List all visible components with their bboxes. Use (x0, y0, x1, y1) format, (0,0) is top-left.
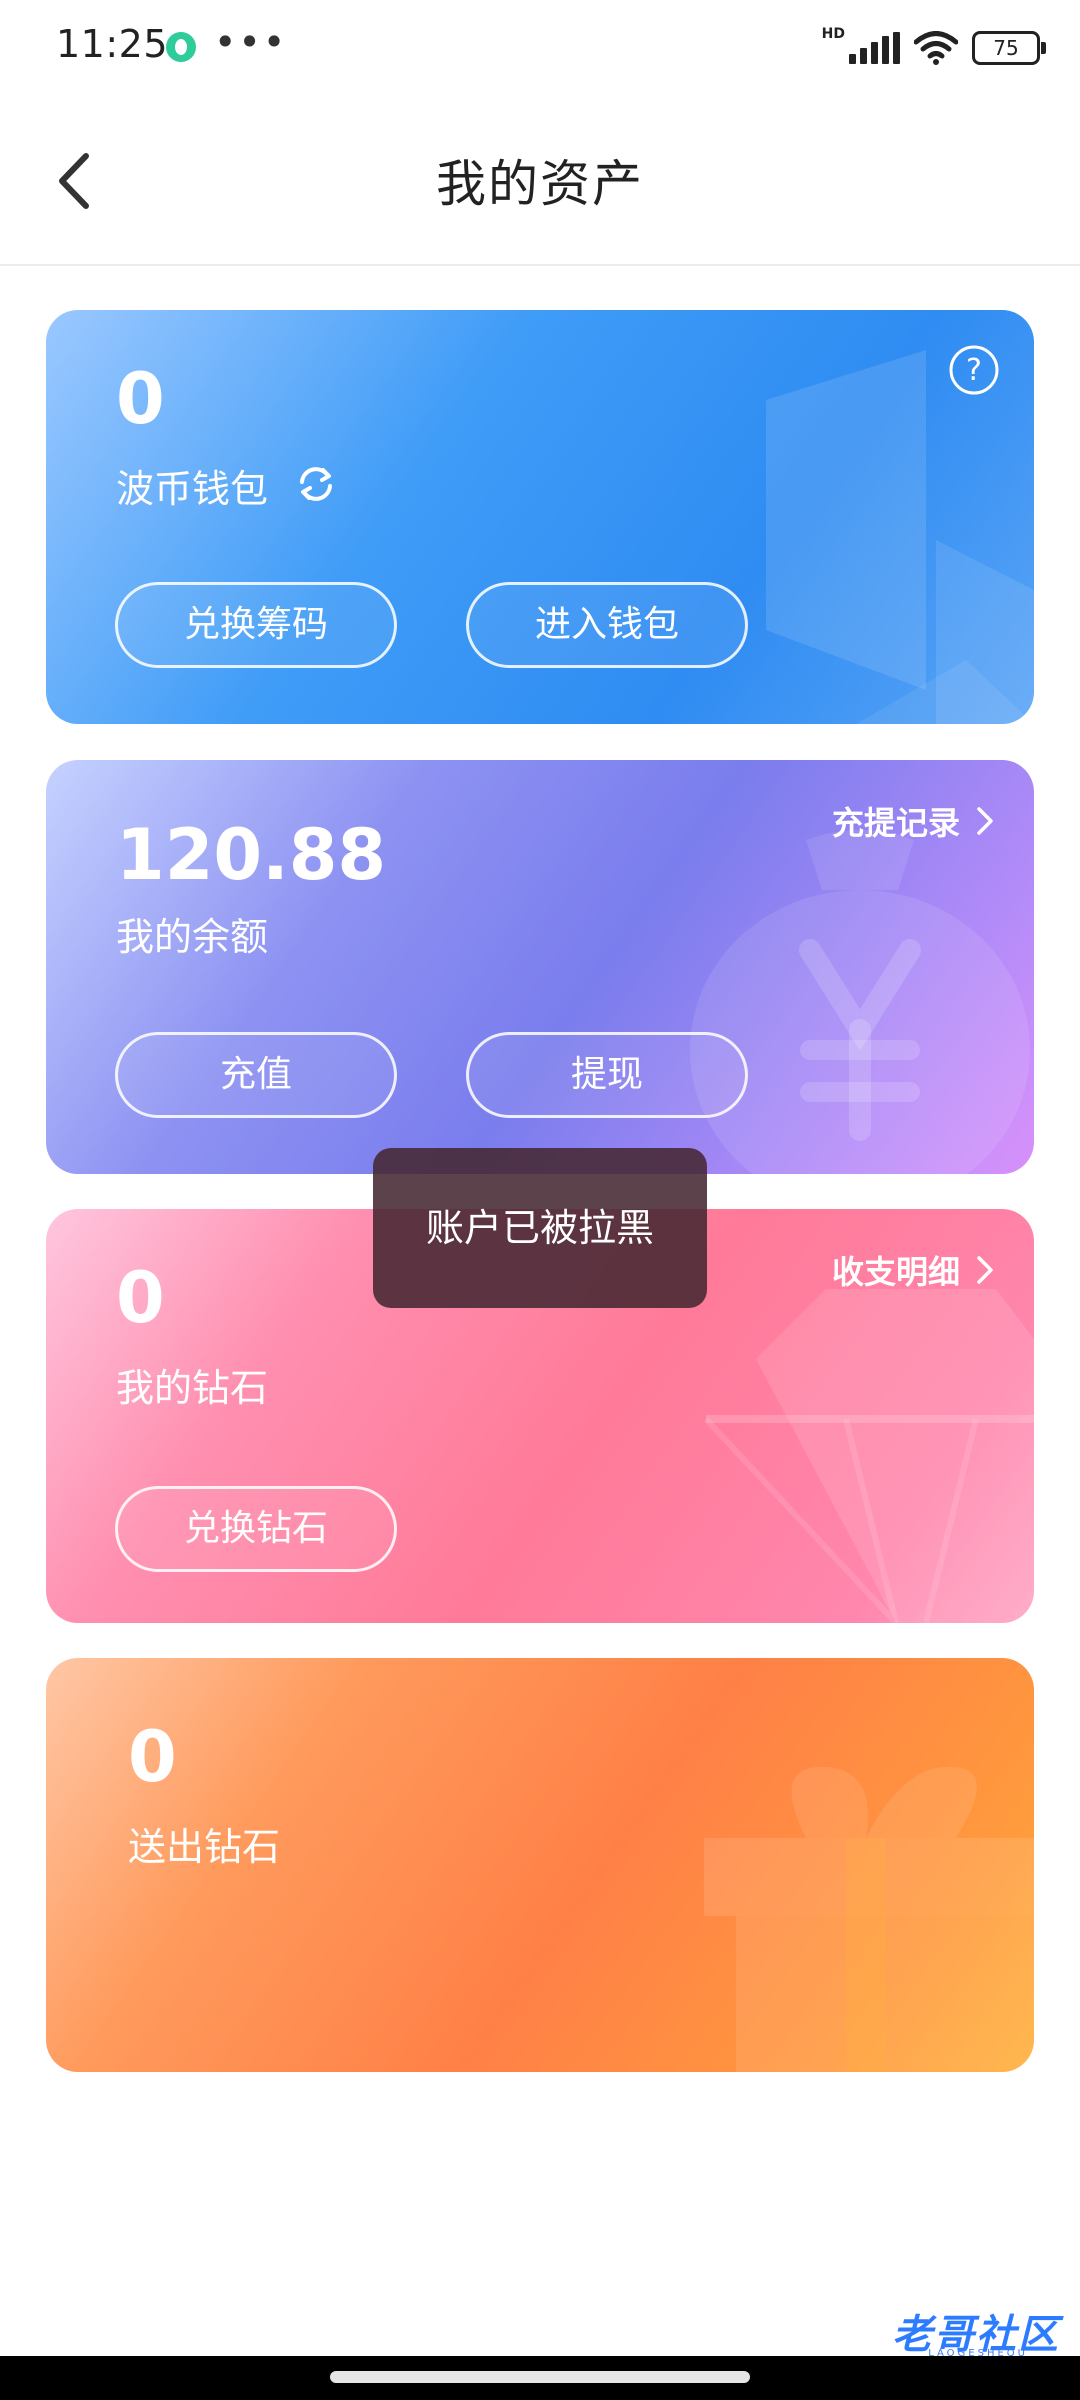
recharge-button[interactable]: 充值 (115, 1032, 397, 1118)
app-notification-icon (166, 32, 196, 62)
status-bar: 11:25 ••• HD 75 (0, 0, 1080, 96)
wifi-icon (914, 31, 958, 65)
battery-icon: 75 (972, 31, 1046, 65)
page-title: 我的资产 (436, 155, 644, 213)
diamond-label: 我的钻石 (116, 1366, 269, 1410)
withdraw-button[interactable]: 提现 (466, 1032, 748, 1118)
recharge-records-link[interactable]: 充提记录 (832, 798, 994, 844)
balance-label: 我的余额 (116, 915, 269, 959)
help-icon[interactable]: ? (948, 344, 1000, 396)
gesture-nav-bar (0, 2356, 1080, 2400)
network-type-label: HD (821, 26, 845, 42)
svg-text:?: ? (966, 353, 982, 388)
home-indicator[interactable] (330, 2371, 750, 2383)
chevron-right-icon (977, 807, 993, 835)
transaction-details-label: 收支明细 (831, 1253, 960, 1291)
wallet-label: 波币钱包 (116, 467, 269, 511)
status-icons: HD 75 (821, 26, 1046, 70)
app-header: 我的资产 (0, 96, 1080, 266)
status-time: 11:25 (56, 22, 169, 66)
diamond-decoration-icon (703, 1289, 1034, 1623)
refresh-icon[interactable] (294, 462, 338, 506)
sent-diamonds-card: 0 送出钻石 (46, 1658, 1034, 2072)
exchange-chips-button[interactable]: 兑换筹码 (115, 582, 397, 668)
diamond-amount: 0 (116, 1257, 165, 1339)
balance-amount: 120.88 (116, 814, 387, 896)
enter-wallet-button[interactable]: 进入钱包 (466, 582, 748, 668)
recharge-records-label: 充提记录 (831, 804, 960, 842)
signal-icon (849, 32, 900, 64)
chevron-right-icon (977, 1256, 993, 1284)
gift-decoration-icon (704, 1766, 1034, 2072)
sent-diamonds-amount: 0 (128, 1716, 177, 1798)
sent-diamonds-label: 送出钻石 (128, 1825, 281, 1869)
money-bag-icon (690, 830, 1030, 1174)
toast-message: 账户已被拉黑 (373, 1148, 707, 1308)
balance-card: 充提记录 120.88 我的余额 充值 提现 (46, 760, 1034, 1174)
exchange-diamonds-button[interactable]: 兑换钻石 (115, 1486, 397, 1572)
transaction-details-link[interactable]: 收支明细 (832, 1247, 994, 1293)
wallet-card: ? 0 波币钱包 兑换筹码 进入钱包 (46, 310, 1034, 724)
more-notifications-icon: ••• (214, 20, 288, 64)
wallet-amount: 0 (116, 358, 165, 440)
